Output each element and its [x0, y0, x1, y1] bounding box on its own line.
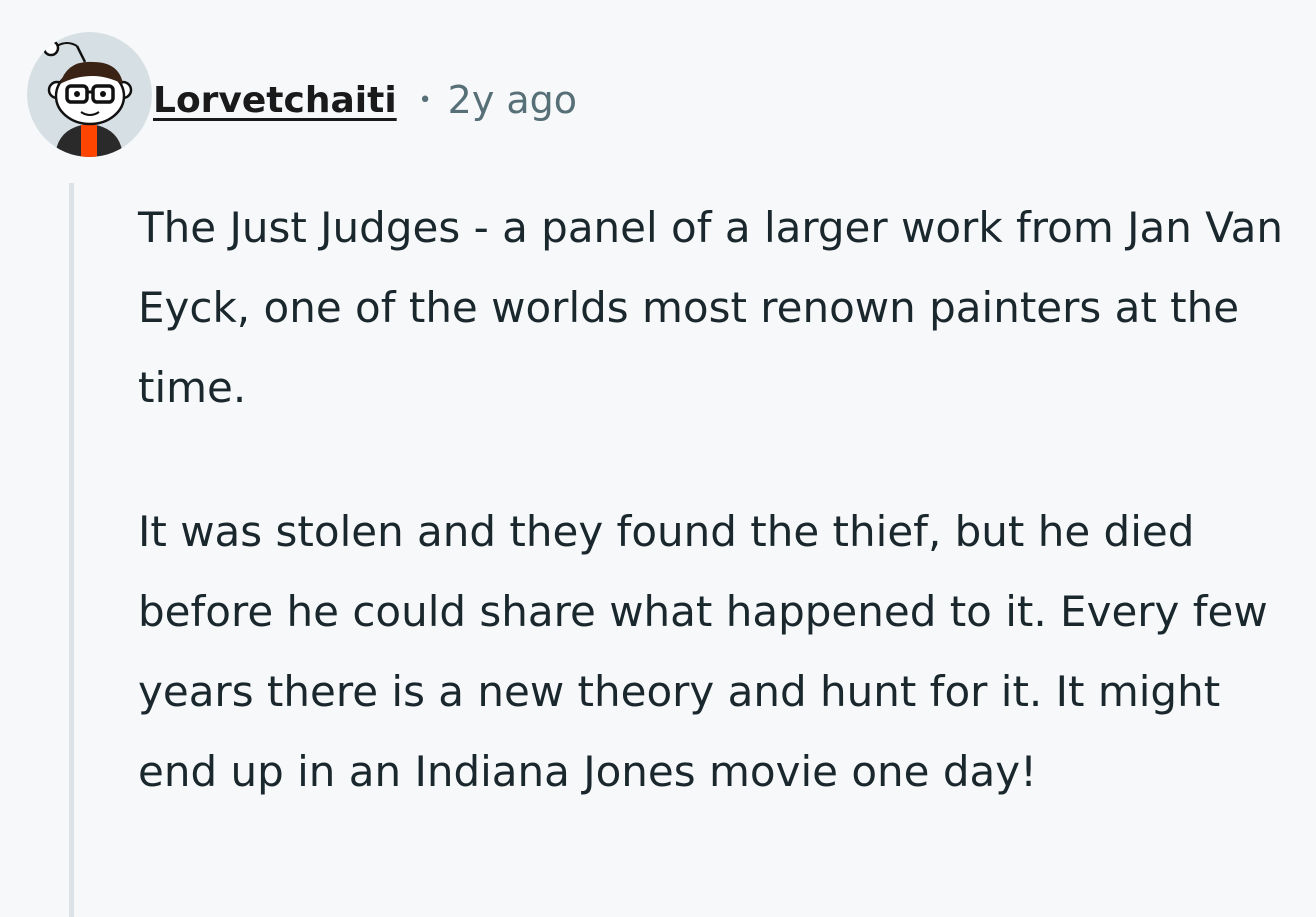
timestamp[interactable]: 2y ago	[448, 78, 577, 122]
thread-line[interactable]	[69, 183, 74, 917]
comment-paragraph: It was stolen and they found the thief, …	[138, 507, 1268, 796]
comment: Lorvetchaiti • 2y ago The Just Judges - …	[0, 0, 1316, 917]
meta-separator: •	[418, 87, 432, 113]
comment-meta: Lorvetchaiti • 2y ago	[153, 72, 577, 128]
author-link[interactable]: Lorvetchaiti	[153, 80, 397, 121]
comment-body: The Just Judges - a panel of a larger wo…	[138, 188, 1310, 812]
user-avatar[interactable]	[27, 32, 152, 157]
snoo-avatar-icon	[27, 32, 152, 157]
comment-paragraph: The Just Judges - a panel of a larger wo…	[138, 203, 1284, 412]
